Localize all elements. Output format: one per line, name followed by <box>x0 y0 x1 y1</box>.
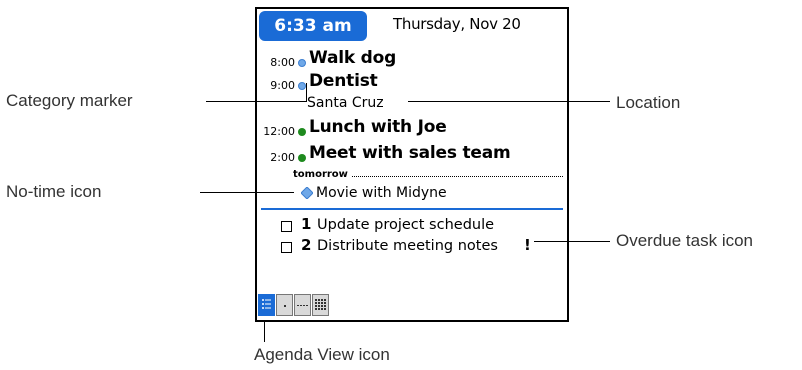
overdue-task-icon-callout: Overdue task icon <box>616 231 754 250</box>
event-title[interactable]: Dentist <box>309 71 378 91</box>
category-marker-leader <box>306 83 307 102</box>
overdue-task-icon-leader <box>534 241 610 242</box>
event-time: 12:00 <box>263 125 295 138</box>
agenda-screen: 6:33 am Thursday, Nov 20 8:00 Walk dog 9… <box>255 7 569 322</box>
location-callout: Location <box>616 93 681 112</box>
no-time-event[interactable]: Movie with Midyne <box>316 185 447 201</box>
task-checkbox[interactable] <box>281 221 292 232</box>
event-time: 9:00 <box>270 79 295 92</box>
event-title[interactable]: Walk dog <box>309 48 396 68</box>
section-divider <box>261 208 563 210</box>
overdue-task-icon: ! <box>524 236 531 254</box>
event-time: 8:00 <box>270 56 295 69</box>
time-badge[interactable]: 6:33 am <box>259 11 367 41</box>
day-view-icon[interactable] <box>276 294 293 316</box>
week-view-icon[interactable] <box>294 294 311 316</box>
task-priority: 1 <box>301 215 312 233</box>
category-marker-icon <box>298 154 306 162</box>
agenda-view-icon[interactable] <box>258 294 275 316</box>
category-marker-icon <box>298 128 306 136</box>
task-checkbox[interactable] <box>281 242 292 253</box>
category-marker-icon <box>298 59 306 67</box>
task-text[interactable]: Distribute meeting notes <box>317 238 498 254</box>
tomorrow-divider <box>352 176 563 177</box>
agenda-view-icon-leader <box>264 322 265 342</box>
task-priority: 2 <box>301 236 312 254</box>
category-marker-icon <box>298 82 306 90</box>
event-title[interactable]: Meet with sales team <box>309 143 511 163</box>
agenda-view-icon-callout: Agenda View icon <box>254 345 390 364</box>
category-marker-callout: Category marker <box>6 91 133 110</box>
tomorrow-label: tomorrow <box>293 169 348 180</box>
no-time-icon <box>301 187 313 199</box>
event-title[interactable]: Lunch with Joe <box>309 117 447 137</box>
category-marker-leader <box>206 101 306 102</box>
event-location: Santa Cruz <box>307 95 384 111</box>
no-time-icon-callout: No-time icon <box>6 182 102 201</box>
location-leader <box>408 101 610 102</box>
no-time-icon-leader <box>200 192 294 193</box>
task-text[interactable]: Update project schedule <box>317 217 494 233</box>
event-time: 2:00 <box>270 151 295 164</box>
date-label: Thursday, Nov 20 <box>393 15 521 33</box>
month-view-icon[interactable] <box>312 294 329 316</box>
